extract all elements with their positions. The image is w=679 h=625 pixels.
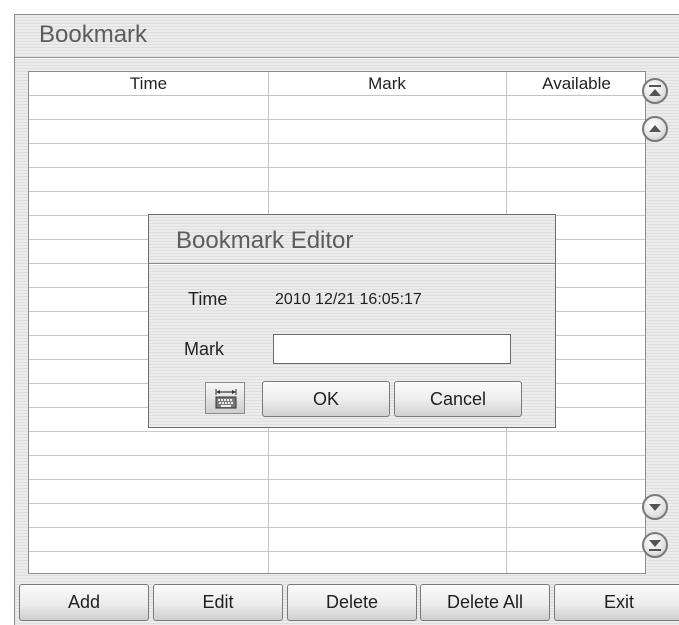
table-row[interactable]	[29, 192, 645, 216]
window-title: Bookmark	[39, 21, 148, 48]
virtual-keyboard-button[interactable]	[205, 382, 245, 414]
table-row[interactable]	[29, 168, 645, 192]
table-row[interactable]	[29, 120, 645, 144]
delete-all-button[interactable]: Delete All	[420, 584, 550, 621]
dialog-title: Bookmark Editor	[176, 227, 354, 254]
column-header-available[interactable]: Available	[506, 72, 645, 95]
scroll-top-button[interactable]	[642, 78, 668, 104]
column-header-time[interactable]: Time	[29, 72, 268, 95]
mark-input[interactable]	[273, 334, 511, 364]
bottom-toolbar: Add Edit Delete Delete All Exit	[15, 581, 679, 625]
table-row[interactable]	[29, 456, 645, 480]
scroll-down-icon	[649, 504, 661, 511]
dialog-title-divider-highlight	[149, 264, 555, 265]
table-row[interactable]	[29, 552, 645, 573]
bookmark-editor-dialog: Bookmark Editor Time 2010 12/21 16:05:17…	[148, 214, 556, 428]
keyboard-icon	[215, 389, 237, 409]
exit-button[interactable]: Exit	[554, 584, 679, 621]
scroll-top-icon	[649, 85, 661, 96]
table-row[interactable]	[29, 504, 645, 528]
scroll-down-button[interactable]	[642, 494, 668, 520]
table-row[interactable]	[29, 480, 645, 504]
add-button[interactable]: Add	[19, 584, 149, 621]
cancel-button[interactable]: Cancel	[394, 381, 522, 417]
ok-button[interactable]: OK	[262, 381, 390, 417]
delete-button[interactable]: Delete	[287, 584, 417, 621]
scroll-up-button[interactable]	[642, 116, 668, 142]
time-value: 2010 12/21 16:05:17	[275, 291, 422, 308]
bookmark-window: Bookmark Time Mark Available Bookmark Ed…	[14, 14, 679, 625]
scroll-bottom-button[interactable]	[642, 532, 668, 558]
scroll-up-icon	[649, 125, 661, 132]
title-divider-highlight	[15, 58, 679, 59]
column-header-mark[interactable]: Mark	[268, 72, 506, 95]
time-label: Time	[188, 289, 228, 309]
table-row[interactable]	[29, 528, 645, 552]
scroll-bottom-icon	[649, 540, 661, 551]
table-row[interactable]	[29, 432, 645, 456]
table-row[interactable]	[29, 96, 645, 120]
table-header: Time Mark Available	[29, 72, 645, 96]
table-row[interactable]	[29, 144, 645, 168]
mark-label: Mark	[184, 339, 224, 359]
edit-button[interactable]: Edit	[153, 584, 283, 621]
